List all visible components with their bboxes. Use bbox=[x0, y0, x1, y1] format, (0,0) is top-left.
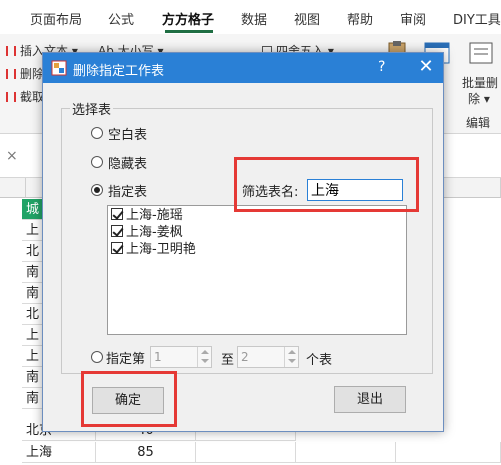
delete-button[interactable]: 删除 bbox=[6, 65, 44, 82]
sheet-list[interactable]: 上海-施瑶 上海-姜枫 上海-卫明艳 bbox=[107, 205, 407, 335]
spin-up-icon[interactable] bbox=[288, 350, 296, 354]
highlight-ok-box bbox=[81, 371, 177, 427]
insert-text-icon bbox=[6, 46, 16, 56]
dialog-title-bar[interactable]: 删除指定工作表 ? ✕ bbox=[43, 53, 443, 83]
radio-blank-label[interactable]: 空白表 bbox=[108, 124, 147, 143]
tab-data[interactable]: 数据 bbox=[241, 9, 267, 28]
tab-fangfang[interactable]: 方方格子 bbox=[162, 9, 214, 28]
radio-specified[interactable] bbox=[91, 184, 103, 196]
range-to-stepper[interactable]: 2 bbox=[237, 346, 299, 368]
batch-delete-label[interactable]: 批量删 bbox=[462, 74, 498, 91]
radio-hidden[interactable] bbox=[91, 156, 103, 168]
list-item-label: 上海-卫明艳 bbox=[126, 242, 196, 257]
range-from-stepper[interactable]: 1 bbox=[150, 346, 212, 368]
table-cell[interactable]: 85 bbox=[96, 442, 196, 463]
tab-diy[interactable]: DIY工具 bbox=[453, 9, 501, 28]
close-icon[interactable]: ✕ bbox=[415, 56, 437, 77]
spin-down-icon[interactable] bbox=[288, 359, 296, 363]
list-item-checkbox[interactable] bbox=[111, 208, 123, 220]
list-item[interactable]: 上海-施瑶 bbox=[111, 208, 183, 224]
table-cell[interactable] bbox=[296, 442, 396, 463]
range-from-spin-arrows[interactable] bbox=[197, 347, 211, 367]
list-item[interactable]: 上海-姜枫 bbox=[111, 225, 183, 241]
row-header-corner bbox=[0, 178, 26, 198]
list-item-checkbox[interactable] bbox=[111, 225, 123, 237]
group-label: 选择表 bbox=[70, 99, 114, 118]
exit-button[interactable]: 退出 bbox=[334, 386, 406, 413]
edit-group-label: 编辑 bbox=[466, 116, 491, 130]
cancel-formula-icon[interactable]: × bbox=[6, 148, 18, 164]
batch-delete-label-2[interactable]: 除 ▾ bbox=[468, 90, 490, 107]
list-item-checkbox[interactable] bbox=[111, 242, 123, 254]
active-tab-indicator bbox=[165, 30, 213, 33]
tab-page-layout[interactable]: 页面布局 bbox=[30, 9, 82, 28]
radio-nth[interactable] bbox=[91, 351, 103, 363]
list-item-label: 上海-姜枫 bbox=[126, 225, 183, 240]
tab-view[interactable]: 视图 bbox=[294, 9, 320, 28]
ribbon-tabs: 页面布局 公式 方方格子 数据 视图 帮助 审阅 DIY工具 bbox=[0, 0, 501, 34]
radio-blank[interactable] bbox=[91, 127, 103, 139]
radio-specified-label[interactable]: 指定表 bbox=[108, 181, 147, 200]
help-icon[interactable]: ? bbox=[378, 59, 385, 75]
delete-icon bbox=[6, 69, 16, 79]
table-cell[interactable] bbox=[196, 442, 296, 463]
table-cell[interactable]: 上海 bbox=[22, 442, 96, 463]
list-item-label: 上海-施瑶 bbox=[126, 208, 183, 223]
tab-help[interactable]: 帮助 bbox=[347, 9, 373, 28]
radio-hidden-label[interactable]: 隐藏表 bbox=[108, 153, 147, 172]
tab-review[interactable]: 审阅 bbox=[400, 9, 426, 28]
spin-down-icon[interactable] bbox=[201, 359, 209, 363]
range-to-spin-arrows[interactable] bbox=[284, 347, 298, 367]
radio-nth-label[interactable]: 指定第 bbox=[106, 348, 145, 367]
count-label: 个表 bbox=[306, 353, 333, 368]
delete-label: 删除 bbox=[20, 67, 45, 81]
table-cell[interactable] bbox=[396, 442, 501, 463]
spin-up-icon[interactable] bbox=[201, 350, 209, 354]
range-to-value: 2 bbox=[241, 350, 249, 364]
to-label: 至 bbox=[221, 353, 235, 368]
dialog-title: 删除指定工作表 bbox=[73, 64, 165, 79]
truncate-label: 截取 bbox=[20, 90, 45, 104]
range-from-value: 1 bbox=[154, 350, 162, 364]
list-item[interactable]: 上海-卫明艳 bbox=[111, 242, 196, 258]
highlight-filter-box bbox=[234, 157, 419, 212]
truncate-icon bbox=[6, 92, 16, 102]
app-icon bbox=[51, 60, 67, 76]
truncate-button[interactable]: 截取 bbox=[6, 88, 44, 105]
tab-formulas[interactable]: 公式 bbox=[108, 9, 134, 28]
batch-delete-icon[interactable] bbox=[466, 40, 496, 66]
